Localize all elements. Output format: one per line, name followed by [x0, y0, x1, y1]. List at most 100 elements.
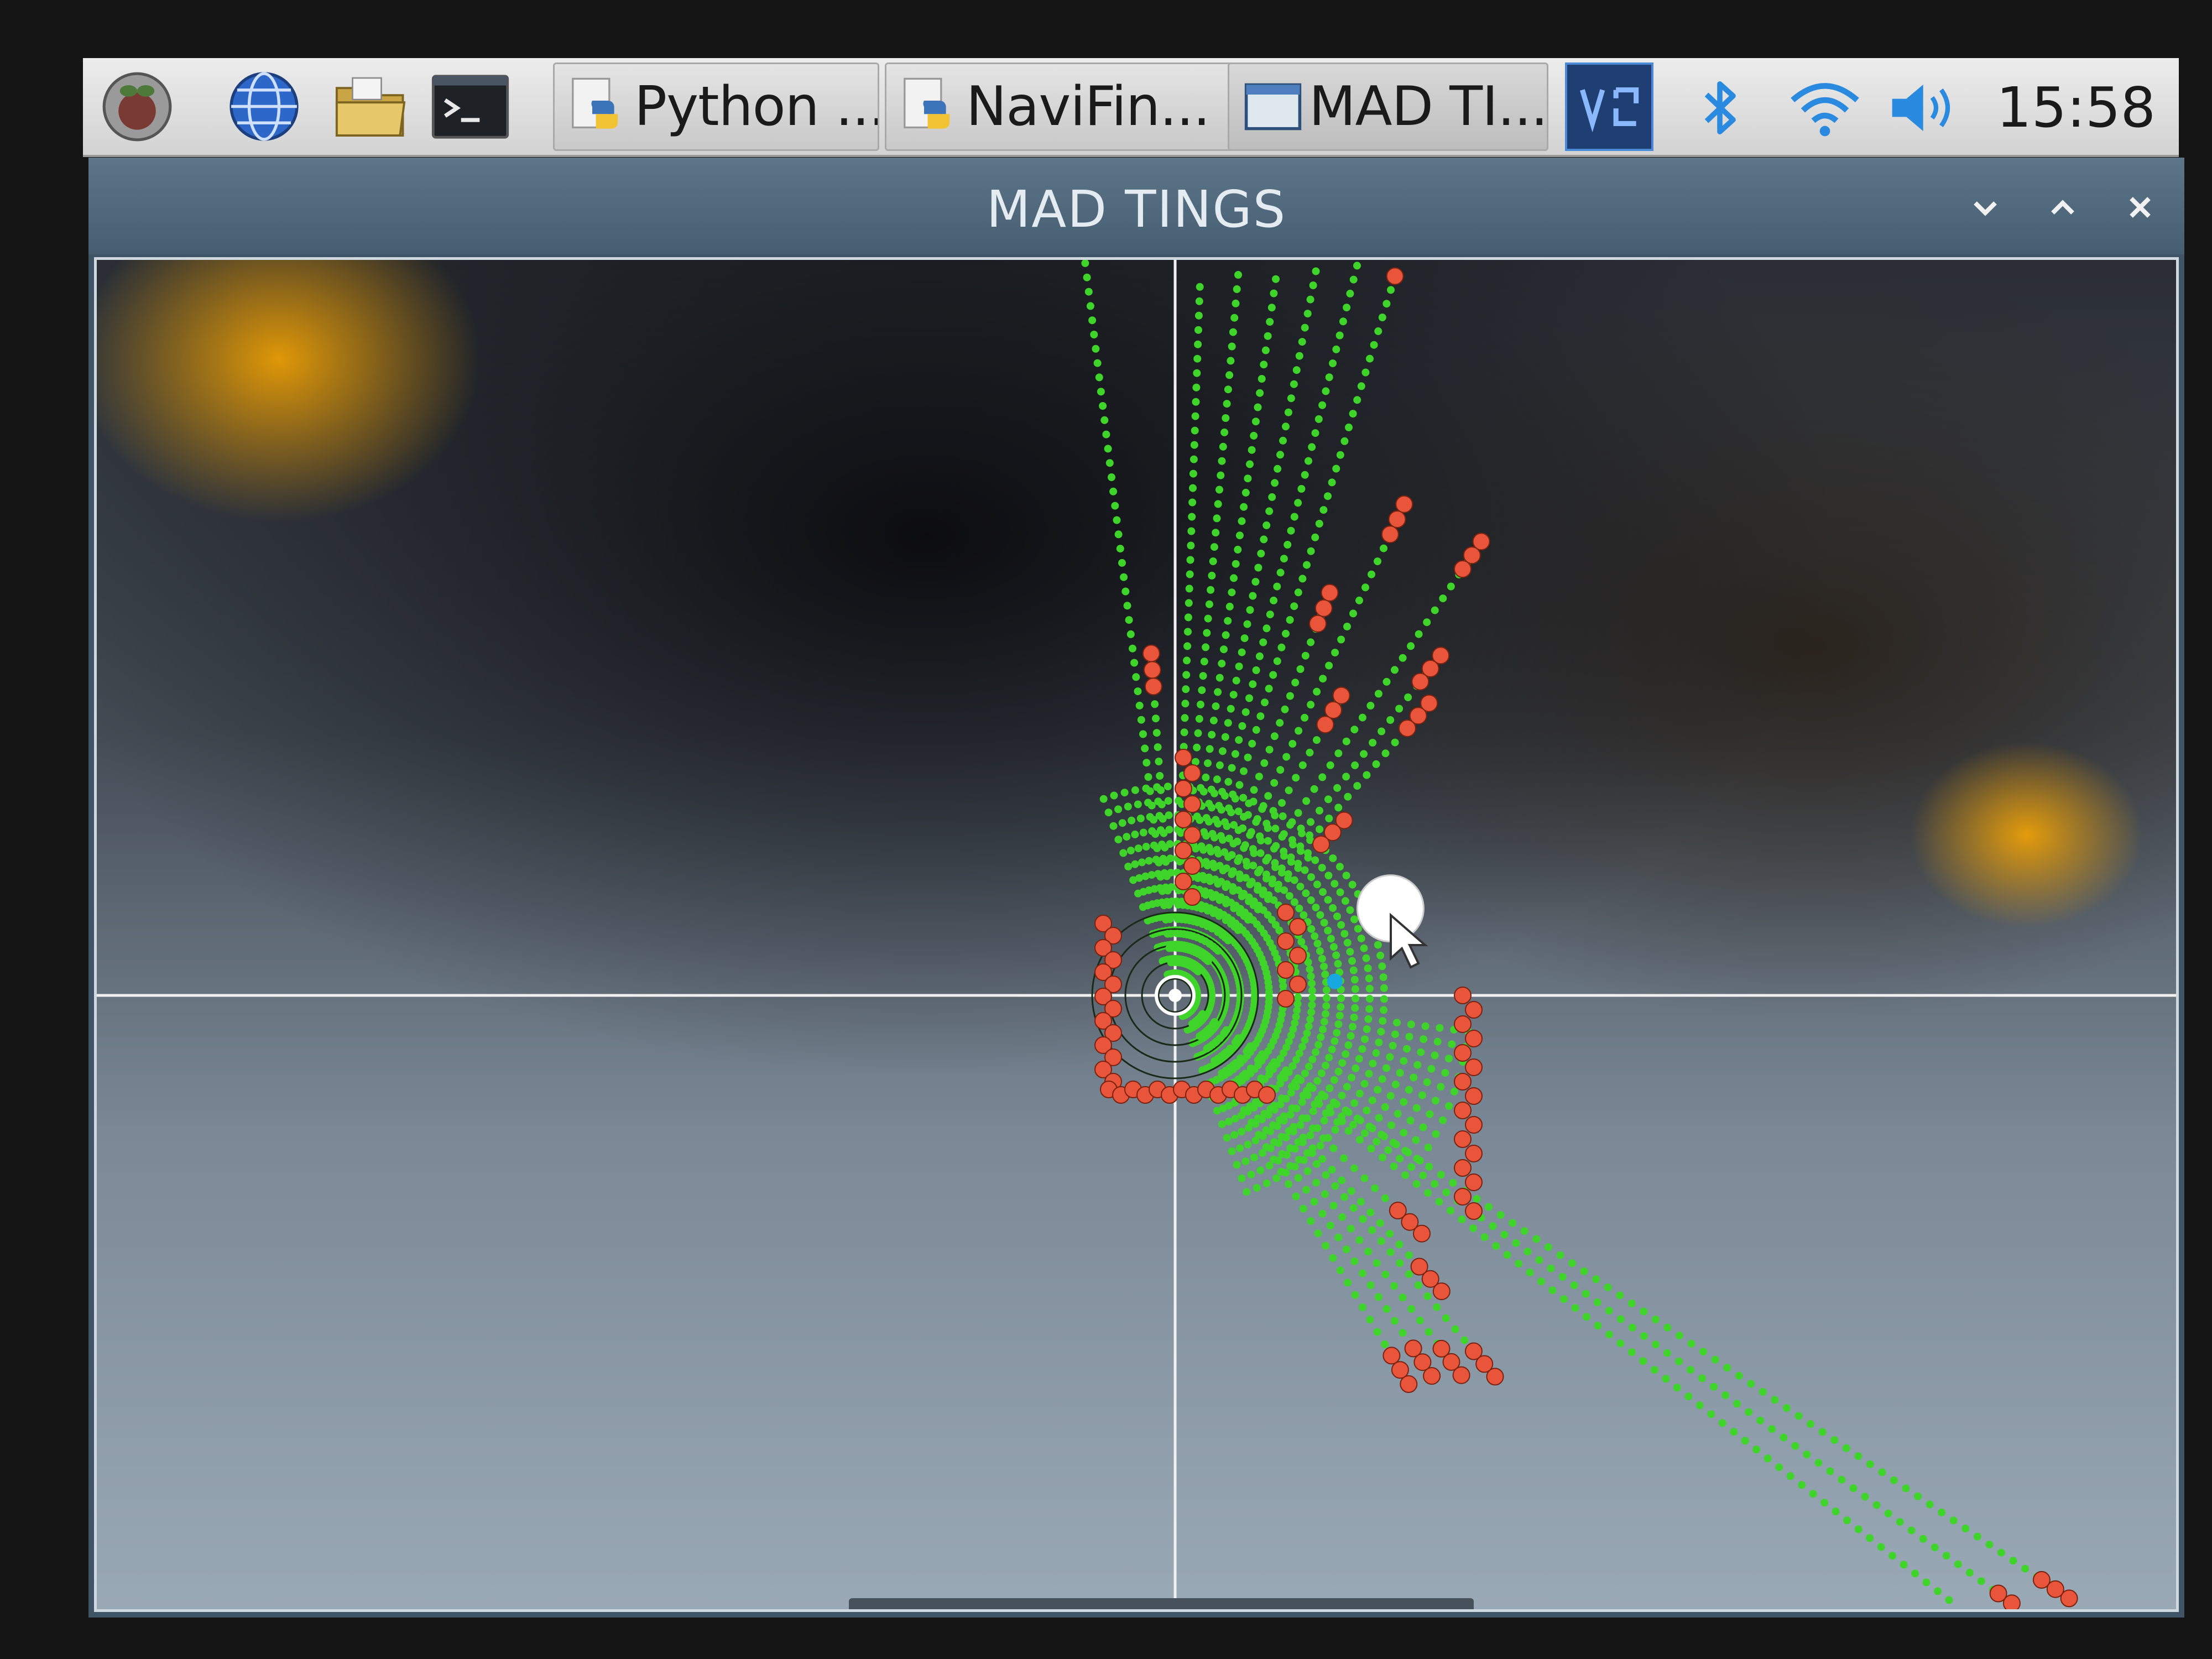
free-space-point: [1104, 808, 1113, 817]
upper-ray-point: [1277, 643, 1286, 651]
lower-ray-point: [1604, 1283, 1612, 1291]
obstacle-point: [1142, 644, 1160, 662]
lidar-canvas[interactable]: [94, 257, 2179, 1612]
upper-ray-point: [1273, 657, 1281, 665]
upper-ray-point: [1447, 582, 1455, 591]
window-titlebar[interactable]: MAD TINGS: [88, 158, 2184, 254]
upper-ray-point: [1198, 686, 1206, 695]
upper-ray-point: [1329, 359, 1337, 367]
lower-ray-point: [1791, 1442, 1799, 1450]
minimize-icon[interactable]: [1963, 185, 2007, 229]
upper-ray-point: [1355, 596, 1363, 604]
free-space-point: [1387, 1121, 1395, 1129]
upper-ray-point: [1298, 761, 1307, 769]
lower-ray-point: [1582, 1290, 1590, 1298]
upper-ray-point: [1209, 557, 1217, 565]
free-space-point: [1419, 1123, 1427, 1131]
free-space-point: [1342, 1050, 1350, 1058]
lower-ray-point: [1333, 1118, 1342, 1126]
upper-ray-point: [1161, 843, 1169, 852]
upper-ray-point: [1314, 415, 1323, 423]
raspberry-menu-icon[interactable]: [100, 69, 174, 144]
free-space-point: [1334, 959, 1342, 968]
upper-ray-point: [1245, 694, 1253, 702]
free-space-point: [1145, 857, 1153, 865]
lower-ray-point: [1299, 1204, 1307, 1213]
upper-ray-point: [1290, 380, 1298, 388]
lower-ray-point: [1877, 1543, 1885, 1551]
upper-ray-point: [1259, 638, 1267, 646]
free-space-point: [1327, 935, 1335, 943]
upper-ray-point: [1328, 478, 1336, 487]
lower-ray-point: [1270, 1155, 1278, 1164]
upper-ray-point: [1152, 714, 1160, 723]
lower-ray-point: [1500, 1230, 1509, 1239]
free-space-point: [1355, 1089, 1364, 1098]
vnc-icon[interactable]: [1565, 62, 1653, 151]
upper-ray-point: [1105, 459, 1114, 467]
free-space-point: [1354, 925, 1362, 933]
obstacle-point: [1454, 1073, 1472, 1091]
lower-ray-point: [1684, 1392, 1693, 1401]
obstacle-point: [1175, 749, 1192, 766]
close-icon[interactable]: [2118, 185, 2162, 229]
web-browser-icon[interactable]: [227, 69, 301, 144]
task-button-mad-tings[interactable]: MAD TI...: [1228, 62, 1548, 151]
terminal-icon[interactable]: [429, 69, 512, 144]
maximize-icon[interactable]: [2041, 185, 2085, 229]
upper-ray-point: [1374, 690, 1383, 698]
free-space-point: [1393, 1019, 1401, 1027]
free-space-point: [1306, 1015, 1314, 1024]
free-space-point: [1375, 1039, 1383, 1046]
upper-ray-point: [1415, 630, 1423, 638]
bluetooth-icon[interactable]: [1687, 75, 1753, 141]
upper-ray-point: [1252, 666, 1260, 674]
lidar-plot[interactable]: [97, 260, 2176, 1609]
lower-ray-point: [1338, 1176, 1346, 1185]
free-space-point: [1228, 1147, 1236, 1155]
file-manager-icon[interactable]: [329, 69, 412, 144]
upper-ray-point: [1439, 594, 1447, 603]
upper-ray-point: [1361, 368, 1370, 377]
upper-ray-point: [1113, 516, 1121, 524]
upper-ray-point: [1290, 602, 1298, 611]
obstacle-point: [1381, 525, 1399, 544]
upper-ray-point: [1097, 388, 1105, 396]
lower-ray-point: [1379, 1154, 1387, 1162]
upper-ray-point: [1274, 885, 1282, 893]
upper-ray-point: [1303, 561, 1311, 569]
task-button-python[interactable]: Python ...: [553, 62, 879, 151]
volume-icon[interactable]: [1886, 75, 1963, 141]
upper-ray-point: [1184, 613, 1192, 622]
lower-ray-point: [1872, 1501, 1881, 1509]
obstacle-point: [1183, 795, 1201, 813]
upper-ray-point: [1325, 815, 1333, 822]
upper-ray-point: [1189, 469, 1197, 478]
free-space-point: [1307, 873, 1315, 881]
lower-ray-point: [1547, 1264, 1555, 1272]
lower-ray-point: [1433, 1303, 1441, 1311]
free-space-point: [1309, 1107, 1317, 1115]
origin-dot: [1168, 989, 1182, 1002]
lower-ray-point: [1698, 1374, 1706, 1383]
lower-ray-point: [1843, 1516, 1851, 1525]
upper-ray-point: [1230, 314, 1239, 322]
upper-ray-point: [1234, 545, 1242, 554]
free-space-point: [1307, 972, 1315, 980]
free-space-point: [1436, 1024, 1444, 1032]
obstacle-point: [1175, 780, 1192, 797]
lower-ray-point: [1350, 1164, 1358, 1172]
free-space-point: [1323, 994, 1331, 1002]
free-space-point: [1349, 966, 1358, 974]
upper-ray-point: [1244, 916, 1252, 924]
lower-ray-point: [1255, 1131, 1263, 1139]
upper-ray-point: [1153, 844, 1161, 852]
lower-ray-point: [1473, 1194, 1481, 1203]
lower-ray-point: [1373, 1138, 1381, 1146]
upper-ray-point: [1099, 402, 1107, 410]
upper-ray-point: [1265, 745, 1274, 754]
horizontal-scrollbar[interactable]: [849, 1598, 1474, 1609]
lower-ray-point: [1218, 1069, 1226, 1077]
free-space-point: [1321, 970, 1329, 978]
wifi-icon[interactable]: [1786, 75, 1864, 141]
